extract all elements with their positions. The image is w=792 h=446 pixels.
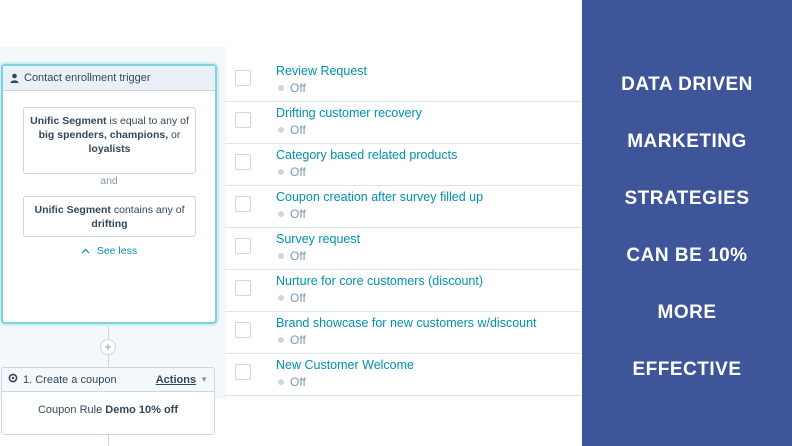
add-step-button[interactable]: + [100, 339, 116, 355]
status-dot-icon [278, 253, 284, 259]
status-label: Off [290, 165, 306, 179]
list-item[interactable]: Coupon creation after survey filled up Of… [225, 186, 581, 228]
workflow-status: Off [278, 249, 306, 263]
see-less-link[interactable]: See less [3, 245, 215, 257]
row-checkbox[interactable] [235, 70, 251, 86]
promo-line: DATA DRIVEN [621, 74, 753, 95]
connector-line [108, 355, 109, 367]
workflow-canvas: Contact enrollment trigger Unific Segmen… [0, 47, 226, 446]
condition-segment-contains[interactable]: Unific Segment contains any of drifting [23, 196, 196, 237]
row-checkbox[interactable] [235, 196, 251, 212]
condition-last-value: loyalists [88, 143, 131, 155]
status-label: Off [290, 207, 306, 221]
connector-line [108, 435, 109, 446]
status-label: Off [290, 375, 306, 389]
status-dot-icon [278, 211, 284, 217]
workflow-status: Off [278, 333, 306, 347]
list-item[interactable]: Nurture for core customers (discount) Off [225, 270, 581, 312]
caret-down-icon[interactable]: ▼ [200, 375, 208, 384]
workflow-name-link[interactable]: Survey request [276, 232, 360, 246]
trigger-header: Contact enrollment trigger [3, 66, 215, 91]
condition-operator: contains any of [110, 204, 185, 216]
promo-line: MARKETING [627, 131, 747, 152]
gear-icon [8, 373, 18, 386]
see-less-label: See less [96, 245, 138, 257]
screen: Contact enrollment trigger Unific Segmen… [0, 0, 792, 446]
condition-segment-equals[interactable]: Unific Segment is equal to any of big sp… [23, 107, 196, 174]
promo-line: CAN BE 10% [626, 245, 748, 266]
enrollment-trigger-card[interactable]: Contact enrollment trigger Unific Segmen… [1, 64, 217, 324]
workflow-name-link[interactable]: Category based related products [276, 148, 457, 162]
status-label: Off [290, 249, 306, 263]
row-checkbox[interactable] [235, 322, 251, 338]
action-title: 1. Create a coupon [23, 373, 117, 386]
workflow-status: Off [278, 81, 306, 95]
condition-operator: is equal to any of [106, 115, 189, 127]
status-dot-icon [278, 295, 284, 301]
status-dot-icon [278, 169, 284, 175]
action-body: Coupon Rule Demo 10% off [2, 392, 214, 416]
connector-line [108, 326, 109, 339]
promo-line: STRATEGIES [624, 188, 750, 209]
workflow-status: Off [278, 375, 306, 389]
condition-property: Unific Segment [34, 204, 111, 216]
coupon-rule-value: Demo 10% off [105, 404, 179, 416]
workflow-name-link[interactable]: Brand showcase for new customers w/disco… [276, 316, 537, 330]
status-label: Off [290, 81, 306, 95]
status-label: Off [290, 333, 306, 347]
list-item[interactable]: Review Request Off [225, 60, 581, 102]
status-dot-icon [278, 337, 284, 343]
actions-dropdown[interactable]: Actions [156, 374, 196, 386]
condition-values: big spenders, champions, [38, 129, 169, 141]
list-item[interactable]: Brand showcase for new customers w/disco… [225, 312, 581, 354]
status-dot-icon [278, 85, 284, 91]
promo-panel: DATA DRIVEN MARKETING STRATEGIES CAN BE 10%… [582, 0, 792, 446]
row-checkbox[interactable] [235, 112, 251, 128]
status-dot-icon [278, 379, 284, 385]
workflow-name-link[interactable]: Nurture for core customers (discount) [276, 274, 483, 288]
row-checkbox[interactable] [235, 154, 251, 170]
chevron-up-icon [81, 245, 97, 257]
workflow-status: Off [278, 123, 306, 137]
workflow-list: Review Request Off Drifting customer recov… [225, 60, 581, 396]
promo-line: EFFECTIVE [632, 359, 742, 380]
row-checkbox[interactable] [235, 238, 251, 254]
trigger-title: Contact enrollment trigger [24, 72, 151, 84]
create-coupon-action-card[interactable]: 1. Create a coupon Actions ▼ Coupon Rule… [1, 367, 215, 435]
promo-line: MORE [657, 302, 717, 323]
coupon-rule-label: Coupon Rule [37, 404, 106, 416]
and-separator: and [100, 175, 118, 187]
workflow-name-link[interactable]: Coupon creation after survey filled up [276, 190, 483, 204]
condition-property: Unific Segment [30, 115, 107, 127]
status-label: Off [290, 123, 306, 137]
workflow-name-link[interactable]: New Customer Welcome [276, 358, 414, 372]
status-label: Off [290, 291, 306, 305]
action-header: 1. Create a coupon Actions ▼ [2, 368, 214, 392]
status-dot-icon [278, 127, 284, 133]
list-item[interactable]: Drifting customer recovery Off [225, 102, 581, 144]
row-checkbox[interactable] [235, 280, 251, 296]
workflow-name-link[interactable]: Drifting customer recovery [276, 106, 422, 120]
list-item[interactable]: Survey request Off [225, 228, 581, 270]
workflow-name-link[interactable]: Review Request [276, 64, 367, 78]
condition-value: drifting [91, 218, 128, 230]
condition-or: or [168, 129, 181, 141]
workflow-status: Off [278, 165, 306, 179]
list-item[interactable]: Category based related products Off [225, 144, 581, 186]
row-checkbox[interactable] [235, 364, 251, 380]
user-icon [9, 73, 19, 83]
list-item[interactable]: New Customer Welcome Off [225, 354, 581, 396]
workflow-status: Off [278, 291, 306, 305]
workflow-status: Off [278, 207, 306, 221]
